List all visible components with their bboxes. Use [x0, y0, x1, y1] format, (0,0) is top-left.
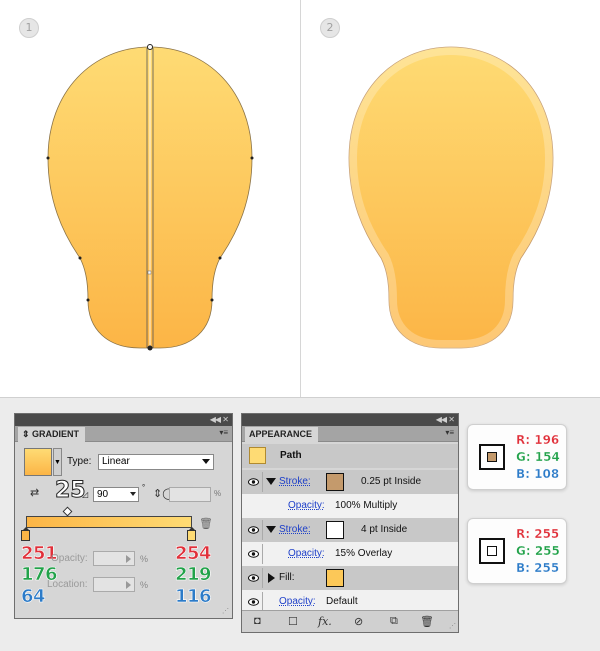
location-percent: %: [140, 580, 149, 590]
opacity-value: Default: [326, 596, 358, 607]
right-stop-r: 254: [175, 543, 212, 565]
eye-icon[interactable]: [244, 472, 263, 492]
midpoint-diamond[interactable]: [62, 506, 73, 517]
panel-tabbar: APPEARANCE ▾≡: [242, 426, 458, 442]
stroke-value: 4 pt Inside: [361, 524, 408, 535]
gradient-swatch[interactable]: [24, 448, 52, 476]
left-stop-b: 64: [21, 586, 46, 608]
ratio-percent: %: [214, 489, 222, 498]
type-label: Type:: [67, 456, 92, 467]
color-info-box-stroke-1: R: 196 G: 154 B: 108: [467, 424, 567, 490]
stroke-color-swatch[interactable]: [326, 473, 344, 491]
canvas-divider: [0, 397, 600, 398]
eye-icon[interactable]: [244, 520, 263, 540]
stroke-preview-inner: [487, 452, 497, 462]
type-select[interactable]: Linear: [98, 454, 214, 470]
angle-input[interactable]: 90: [93, 487, 139, 502]
fill-row[interactable]: Fill:: [242, 566, 458, 590]
angle-icon: ◿: [82, 490, 89, 499]
canvas-step-1: 1: [0, 0, 300, 397]
new-art-icon[interactable]: ◘: [254, 615, 261, 627]
duplicate-item-icon[interactable]: ⧉: [390, 615, 398, 628]
stroke-color-swatch[interactable]: [326, 521, 344, 539]
right-stop-g: 219: [175, 564, 212, 586]
gradient-slider[interactable]: [26, 516, 192, 528]
location-input: [93, 577, 135, 592]
fill-label: Fill:: [279, 572, 295, 583]
collapse-icon[interactable]: ◀◀: [210, 414, 221, 426]
tab-appearance[interactable]: APPEARANCE: [245, 427, 319, 442]
stroke-link[interactable]: Stroke:: [279, 476, 311, 487]
opacity-link[interactable]: Opacity:: [288, 500, 325, 511]
close-icon[interactable]: ✕: [448, 414, 455, 426]
panel-titlebar[interactable]: ◀◀ ✕: [242, 414, 458, 426]
stroke-row-1[interactable]: Stroke: 0.25 pt Inside: [242, 470, 458, 494]
resize-grip-icon[interactable]: ⋰: [449, 622, 456, 630]
resize-grip-icon[interactable]: ⋰: [222, 607, 229, 615]
clear-appearance-icon[interactable]: ⊘: [354, 615, 363, 628]
opacity-input: [93, 551, 135, 566]
color-g: G: 154: [516, 450, 560, 464]
stroke-row-2[interactable]: Stroke: 4 pt Inside: [242, 518, 458, 542]
path-title: Path: [280, 450, 302, 461]
collapsed-triangle-icon[interactable]: [268, 573, 275, 583]
aspect-ratio-input[interactable]: [169, 487, 211, 502]
tab-gradient[interactable]: ⇕ GRADIENT: [18, 427, 86, 442]
bulb-shape-with-gradient-guide: [46, 44, 254, 351]
panel-titlebar[interactable]: ◀◀ ✕: [15, 414, 232, 426]
color-b: B: 108: [516, 467, 560, 481]
gradient-stop-left[interactable]: [21, 527, 30, 541]
opacity-percent: %: [140, 554, 149, 564]
stroke-preview: [479, 444, 505, 470]
gradient-panel: ◀◀ ✕ ⇕ GRADIENT ▾≡ ▼ Type: Linear ⇄ 25 ◿…: [14, 413, 233, 619]
add-stroke-icon[interactable]: ☐: [288, 615, 298, 628]
fill-color-swatch[interactable]: [326, 569, 344, 587]
opacity-value: 15% Overlay: [335, 548, 393, 559]
color-r: R: 255: [516, 527, 560, 541]
stroke-preview: [479, 538, 505, 564]
bulb-shape-finished: [348, 46, 554, 349]
trash-icon[interactable]: 🗑: [199, 517, 213, 530]
degree-symbol: °: [142, 483, 146, 492]
trash-icon[interactable]: 🗑: [420, 615, 434, 628]
canvas-step-2: 2: [300, 0, 600, 397]
panel-menu-icon[interactable]: ▾≡: [445, 428, 454, 437]
opacity-row-2[interactable]: Opacity: 15% Overlay: [242, 542, 458, 566]
chevron-down-icon[interactable]: ▼: [53, 448, 62, 476]
path-header-row[interactable]: Path: [242, 444, 458, 468]
opacity-label: Opacity:: [51, 553, 88, 564]
panel-menu-icon[interactable]: ▾≡: [219, 428, 228, 437]
close-icon[interactable]: ✕: [222, 414, 229, 426]
color-info-box-stroke-2: R: 255 G: 255 B: 255: [467, 518, 567, 584]
expand-triangle-icon[interactable]: [266, 478, 276, 485]
stroke-link[interactable]: Stroke:: [279, 524, 311, 535]
path-thumbnail: [249, 447, 266, 464]
stroke-preview-inner: [487, 546, 497, 556]
expand-triangle-icon[interactable]: [266, 526, 276, 533]
color-g: G: 255: [516, 544, 560, 558]
panel-tabbar: ⇕ GRADIENT ▾≡: [15, 426, 232, 442]
eye-icon[interactable]: [244, 568, 263, 588]
eye-icon[interactable]: [244, 544, 263, 564]
appearance-panel: ◀◀ ✕ APPEARANCE ▾≡ Path Stroke: 0.25 pt …: [241, 413, 459, 633]
collapse-icon[interactable]: ◀◀: [436, 414, 447, 426]
appearance-toolbar: ◘ ☐ fx. ⊘ ⧉ 🗑 ⋰: [242, 610, 458, 632]
stroke-value: 0.25 pt Inside: [361, 476, 422, 487]
opacity-link[interactable]: Opacity:: [279, 596, 316, 607]
color-r: R: 196: [516, 433, 560, 447]
fx-icon[interactable]: fx.: [318, 615, 332, 628]
eye-icon[interactable]: [244, 592, 263, 612]
location-label: Location:: [47, 579, 88, 590]
right-stop-b: 116: [175, 586, 212, 608]
color-b: B: 255: [516, 561, 560, 575]
opacity-link[interactable]: Opacity:: [288, 548, 325, 559]
opacity-row-1[interactable]: Opacity: 100% Multiply: [242, 494, 458, 518]
reverse-gradient-icon[interactable]: ⇄: [30, 486, 46, 500]
opacity-value: 100% Multiply: [335, 500, 398, 511]
gradient-stop-right[interactable]: [187, 527, 196, 541]
